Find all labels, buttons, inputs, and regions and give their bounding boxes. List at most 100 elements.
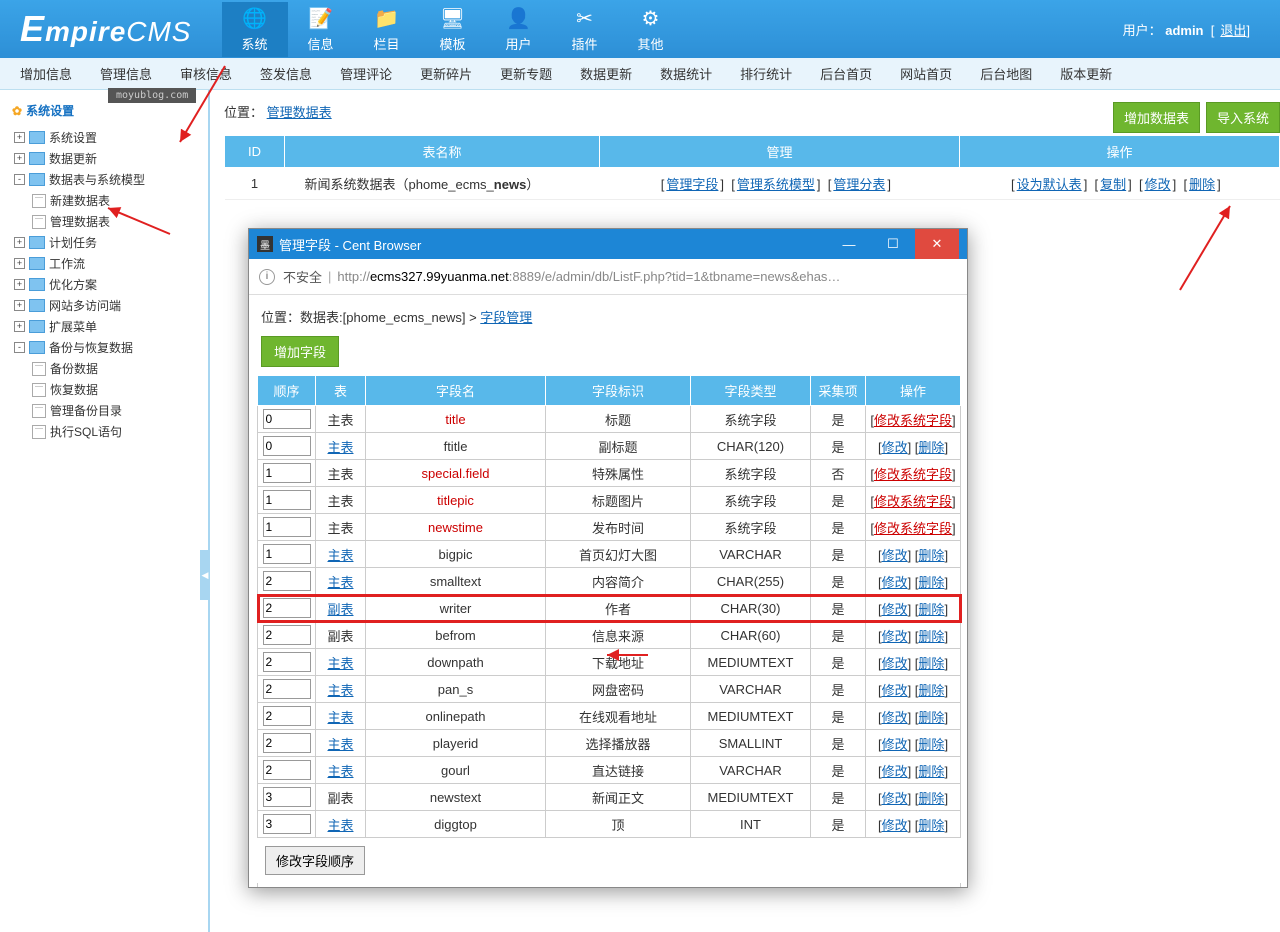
order-input[interactable]	[263, 787, 311, 807]
op-link[interactable]: 删除	[1189, 177, 1215, 192]
table-switch[interactable]: 主表	[327, 737, 353, 752]
close-button[interactable]: ✕	[915, 229, 959, 259]
op-link[interactable]: 修改	[1145, 177, 1171, 192]
subnav-item[interactable]: 后台首页	[820, 64, 872, 83]
topnav-插件[interactable]: ✂插件	[552, 2, 618, 57]
table-switch[interactable]: 主表	[327, 818, 353, 833]
maximize-button[interactable]: ☐	[871, 229, 915, 259]
field-op[interactable]: 修改	[882, 764, 908, 779]
breadcrumb-link[interactable]: 管理数据表	[267, 105, 332, 120]
subnav-item[interactable]: 数据更新	[580, 64, 632, 83]
subnav-item[interactable]: 管理评论	[340, 64, 392, 83]
order-input[interactable]	[263, 760, 311, 780]
table-switch[interactable]: 副表	[327, 602, 353, 617]
field-op[interactable]: 修改	[882, 710, 908, 725]
table-switch[interactable]: 主表	[327, 764, 353, 779]
order-input[interactable]	[263, 814, 311, 834]
order-input[interactable]	[263, 598, 311, 618]
order-input[interactable]	[263, 679, 311, 699]
field-op[interactable]: 删除	[918, 575, 944, 590]
table-switch[interactable]: 主表	[327, 710, 353, 725]
op-link[interactable]: 复制	[1100, 177, 1126, 192]
field-op[interactable]: 删除	[918, 710, 944, 725]
subnav-item[interactable]: 更新专题	[500, 64, 552, 83]
subnav-item[interactable]: 增加信息	[20, 64, 72, 83]
field-op[interactable]: 修改	[882, 791, 908, 806]
field-op[interactable]: 修改	[882, 629, 908, 644]
field-op[interactable]: 删除	[918, 602, 944, 617]
table-switch[interactable]: 主表	[327, 440, 353, 455]
field-op[interactable]: 删除	[918, 440, 944, 455]
manage-link[interactable]: 管理字段	[666, 177, 718, 192]
order-input[interactable]	[263, 571, 311, 591]
submit-order-button[interactable]: 修改字段顺序	[265, 846, 365, 875]
field-op[interactable]: 删除	[918, 791, 944, 806]
info-icon[interactable]: i	[259, 269, 275, 285]
order-input[interactable]	[263, 544, 311, 564]
subnav-item[interactable]: 更新碎片	[420, 64, 472, 83]
field-op[interactable]: 删除	[918, 683, 944, 698]
subnav-item[interactable]: 审核信息	[180, 64, 232, 83]
subnav-item[interactable]: 管理信息	[100, 64, 152, 83]
order-input[interactable]	[263, 436, 311, 456]
order-input[interactable]	[263, 517, 311, 537]
field-op[interactable]: 修改	[882, 818, 908, 833]
tree-subitem[interactable]: 新建数据表	[4, 190, 204, 211]
field-op[interactable]: 修改	[882, 602, 908, 617]
minimize-button[interactable]: —	[827, 229, 871, 259]
subnav-item[interactable]: 排行统计	[740, 64, 792, 83]
tree-subitem[interactable]: 管理备份目录	[4, 400, 204, 421]
tree-subitem[interactable]: 管理数据表	[4, 211, 204, 232]
topnav-其他[interactable]: ⚙其他	[618, 2, 684, 57]
address-bar[interactable]: i 不安全 | http://ecms327.99yuanma.net:8889…	[249, 259, 967, 295]
add-field-button[interactable]: 增加字段	[261, 336, 339, 367]
order-input[interactable]	[263, 409, 311, 429]
field-op[interactable]: 删除	[918, 764, 944, 779]
manage-link[interactable]: 管理分表	[833, 177, 885, 192]
table-switch[interactable]: 主表	[327, 548, 353, 563]
topnav-系统[interactable]: 🌐系统	[222, 2, 288, 57]
field-op[interactable]: 删除	[918, 629, 944, 644]
subnav-item[interactable]: 网站首页	[900, 64, 952, 83]
tree-item[interactable]: -备份与恢复数据	[4, 337, 204, 358]
order-input[interactable]	[263, 490, 311, 510]
field-op[interactable]: 删除	[918, 737, 944, 752]
tree-subitem[interactable]: 恢复数据	[4, 379, 204, 400]
action-button[interactable]: 导入系统	[1206, 102, 1280, 133]
field-op[interactable]: 修改系统字段	[874, 521, 952, 536]
field-op[interactable]: 删除	[918, 548, 944, 563]
order-input[interactable]	[263, 625, 311, 645]
sidebar-collapse[interactable]: ◀	[200, 550, 210, 600]
tree-item[interactable]: +数据更新	[4, 148, 204, 169]
field-op[interactable]: 删除	[918, 818, 944, 833]
tree-item[interactable]: +优化方案	[4, 274, 204, 295]
tree-subitem[interactable]: 执行SQL语句	[4, 421, 204, 442]
topnav-用户[interactable]: 👤用户	[486, 2, 552, 57]
field-op[interactable]: 修改	[882, 683, 908, 698]
tree-item[interactable]: +系统设置	[4, 127, 204, 148]
field-op[interactable]: 修改系统字段	[874, 467, 952, 482]
table-switch[interactable]: 主表	[327, 656, 353, 671]
topnav-信息[interactable]: 📝信息	[288, 2, 354, 57]
field-op[interactable]: 修改	[882, 548, 908, 563]
field-op[interactable]: 修改系统字段	[874, 413, 952, 428]
action-button[interactable]: 增加数据表	[1113, 102, 1200, 133]
subnav-item[interactable]: 签发信息	[260, 64, 312, 83]
field-op[interactable]: 修改	[882, 656, 908, 671]
table-switch[interactable]: 主表	[327, 575, 353, 590]
order-input[interactable]	[263, 463, 311, 483]
topnav-模板[interactable]: 🖥模板	[420, 2, 486, 57]
tree-item[interactable]: +网站多访问端	[4, 295, 204, 316]
field-op[interactable]: 修改	[882, 575, 908, 590]
order-input[interactable]	[263, 706, 311, 726]
table-switch[interactable]: 主表	[327, 683, 353, 698]
order-input[interactable]	[263, 652, 311, 672]
tree-item[interactable]: +计划任务	[4, 232, 204, 253]
tree-item[interactable]: -数据表与系统模型	[4, 169, 204, 190]
logout-link[interactable]: 退出	[1220, 23, 1246, 38]
topnav-栏目[interactable]: 📁栏目	[354, 2, 420, 57]
tree-item[interactable]: +工作流	[4, 253, 204, 274]
subnav-item[interactable]: 后台地图	[980, 64, 1032, 83]
field-op[interactable]: 删除	[918, 656, 944, 671]
manage-link[interactable]: 管理系统模型	[737, 177, 815, 192]
